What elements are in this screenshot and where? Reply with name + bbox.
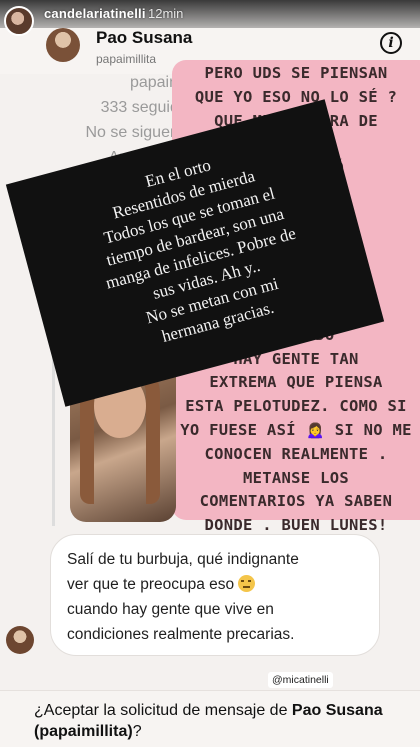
story-username[interactable]: candelariatinelli: [44, 6, 146, 21]
pink-line: CONOCEN REALMENTE .: [204, 444, 388, 463]
reply-line-3: cuando hay gente que vive en: [67, 601, 274, 618]
mention-sticker[interactable]: @micatinelli: [268, 672, 333, 688]
request-suffix: ?: [132, 723, 142, 740]
reply-line-2: ver que te preocupa eso: [67, 576, 235, 593]
story-screen: Pao Susana papaimillita i candelariatine…: [0, 0, 420, 747]
pink-line: YO FUESE ASÍ 🙍‍♀️ SI NO ME: [180, 420, 412, 439]
pink-line: COMENTARIOS YA SABEN: [199, 492, 393, 511]
sender-avatar[interactable]: [6, 626, 34, 654]
info-icon[interactable]: i: [380, 32, 402, 54]
pink-line: METANSE LOS: [243, 468, 349, 487]
pink-line: PERO UDS SE PIENSAN: [204, 64, 388, 82]
request-prefix: ¿Aceptar la solicitud de mensaje de: [34, 702, 292, 719]
story-time: 12min: [148, 6, 184, 21]
reply-line-2-row: ver que te preocupa eso: [67, 572, 363, 597]
pink-line: EXTREMA QUE PIENSA: [209, 373, 383, 392]
story-avatar[interactable]: [4, 6, 34, 36]
message-request-prompt: ¿Aceptar la solicitud de mensaje de Pao …: [34, 700, 394, 742]
pink-line: ESTA PELOTUDEZ. COMO SI: [185, 397, 407, 416]
reply-message-bubble[interactable]: Salí de tu burbuja, qué indignante ver q…: [50, 534, 380, 656]
reply-line-1: Salí de tu burbuja, qué indignante: [67, 551, 299, 568]
sad-face-emoji-icon: [238, 575, 256, 592]
dm-avatar[interactable]: [46, 28, 80, 62]
reply-line-4: condiciones realmente precarias.: [67, 626, 295, 643]
dm-name[interactable]: Pao Susana: [96, 28, 192, 48]
dm-handle: papaimillita: [96, 52, 157, 66]
